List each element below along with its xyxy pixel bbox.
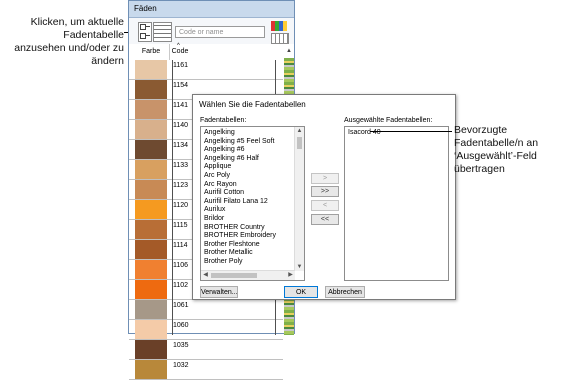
thread-row[interactable]: 1161 xyxy=(129,60,283,80)
thread-row[interactable]: 1035 xyxy=(129,340,283,360)
annotation-left-line: Fadentabelle xyxy=(63,29,124,41)
thread-color-swatch xyxy=(135,280,167,299)
thread-color-swatch xyxy=(135,340,167,359)
annotation-left-line: Klicken, um aktuelle xyxy=(30,16,124,28)
scroll-left-icon[interactable]: ◀ xyxy=(201,271,210,279)
ok-button[interactable]: OK xyxy=(284,286,318,298)
thread-code: 1154 xyxy=(173,82,189,89)
manage-button[interactable]: Verwalten... xyxy=(200,286,238,298)
available-chart-item[interactable]: Arc Poly xyxy=(204,172,230,179)
selected-charts-list[interactable]: Isacord 40 xyxy=(344,126,449,281)
dialog-title: Wählen Sie die Fadentabellen xyxy=(199,100,306,109)
threads-title: Fäden xyxy=(134,4,157,13)
thread-color-swatch xyxy=(135,320,167,339)
thread-code: 1161 xyxy=(173,62,189,69)
thread-code: 1141 xyxy=(173,102,189,109)
thread-code: 1032 xyxy=(173,362,189,369)
scroll-thumb[interactable] xyxy=(297,137,302,149)
scroll-up-icon[interactable]: ▲ xyxy=(295,127,304,135)
select-thread-charts-dialog: Wählen Sie die Fadentabellen Fadentabell… xyxy=(192,94,456,300)
thread-code: 1102 xyxy=(173,282,189,289)
annotation-left-line: ändern xyxy=(91,55,124,67)
available-charts-label: Fadentabellen: xyxy=(200,117,247,124)
available-chart-item[interactable]: Applique xyxy=(204,163,231,170)
available-chart-item[interactable]: BROTHER Country xyxy=(204,224,265,231)
thread-color-swatch xyxy=(135,360,167,379)
add-button[interactable]: > xyxy=(311,173,339,184)
available-chart-item[interactable]: Brother Poly xyxy=(204,258,243,265)
thread-code: 1106 xyxy=(173,262,189,269)
thread-color-swatch xyxy=(135,220,167,239)
thread-code: 1061 xyxy=(173,302,189,309)
thread-code: 1123 xyxy=(173,182,189,189)
annotation-right-line: Fadentabelle/n an xyxy=(454,137,539,149)
available-chart-item[interactable]: Angelking #5 Feel Soft xyxy=(204,138,274,145)
column-header-code[interactable]: Code xyxy=(170,44,190,60)
available-chart-item[interactable]: Brildor xyxy=(204,215,224,222)
column-header-swatch[interactable]: Farbe xyxy=(133,44,170,60)
thread-row[interactable]: 1060 xyxy=(129,320,283,340)
add-all-button[interactable]: >> xyxy=(311,186,339,197)
scroll-right-icon[interactable]: ▶ xyxy=(286,271,295,279)
thread-color-swatch xyxy=(135,260,167,279)
thread-color-swatch xyxy=(135,100,167,119)
available-chart-item[interactable]: Arc Rayon xyxy=(204,181,237,188)
available-chart-item[interactable]: Angelking xyxy=(204,129,235,136)
horizontal-scrollbar[interactable]: ◀ ▶ xyxy=(201,270,295,280)
thread-code: 1120 xyxy=(173,202,189,209)
annotation-left-line: anzusehen und/oder zu xyxy=(14,42,124,54)
thread-color-swatch xyxy=(135,300,167,319)
thread-color-swatch xyxy=(135,180,167,199)
grid-swatch-icon[interactable] xyxy=(271,33,289,44)
callout-line-right xyxy=(370,131,452,132)
thread-code: 1140 xyxy=(173,122,189,129)
annotation-right-line: Bevorzugte xyxy=(454,124,508,136)
cancel-button[interactable]: Abbrechen xyxy=(325,286,365,298)
thread-row[interactable]: 1032 xyxy=(129,360,283,380)
thread-code: 1060 xyxy=(173,322,189,329)
remove-all-button[interactable]: << xyxy=(311,214,339,225)
selected-charts-label: Ausgewählte Fadentabellen: xyxy=(344,117,433,124)
search-input[interactable]: Code or name xyxy=(175,26,265,38)
available-charts-list[interactable]: Angelking Angelking #5 Feel Soft Angelking… xyxy=(200,126,305,281)
scroll-up-icon[interactable]: ▲ xyxy=(284,46,294,56)
thread-color-swatch xyxy=(135,240,167,259)
thread-color-swatch xyxy=(135,60,167,79)
annotation-right-line: übertragen xyxy=(454,163,505,175)
vertical-scrollbar[interactable]: ▲ ▼ xyxy=(294,127,304,271)
thread-color-swatch xyxy=(135,160,167,179)
annotation-right: Bevorzugte Fadentabelle/n an ‘Ausgewählt… xyxy=(454,124,562,176)
threads-toolbar: Code or name xyxy=(129,18,294,44)
available-chart-item[interactable]: BROTHER Embroidery xyxy=(204,232,276,239)
sort-arrow-icon: ^ xyxy=(177,43,180,49)
column-divider xyxy=(172,60,173,335)
scroll-thumb[interactable] xyxy=(211,273,257,278)
thread-code: 1115 xyxy=(173,222,188,229)
annotation-left: Klicken, um aktuelle Fadentabelle anzuse… xyxy=(0,16,124,68)
available-chart-item[interactable]: Angelking #6 xyxy=(204,146,244,153)
available-chart-item[interactable]: Brother Fleshtone xyxy=(204,241,260,248)
available-chart-item[interactable]: Brother Metallic xyxy=(204,249,253,256)
scroll-down-icon[interactable]: ▼ xyxy=(295,263,304,271)
threads-title-bar: Fäden xyxy=(129,1,294,18)
thread-row[interactable]: 1061 xyxy=(129,300,283,320)
grid-view-icon[interactable] xyxy=(153,22,172,42)
available-chart-item[interactable]: Aurifil Cotton xyxy=(204,189,244,196)
thread-color-swatch xyxy=(135,200,167,219)
color-palette-icon[interactable] xyxy=(271,21,287,31)
available-chart-item[interactable]: Aurilux xyxy=(204,206,225,213)
thread-color-swatch xyxy=(135,80,167,99)
thread-color-swatch xyxy=(135,120,167,139)
thread-code: 1134 xyxy=(173,142,189,149)
available-chart-item[interactable]: Angelking #6 Half xyxy=(204,155,259,162)
thread-code: 1114 xyxy=(173,242,188,249)
thread-code: 1133 xyxy=(173,162,189,169)
annotation-right-line: ‘Ausgewählt’-Feld xyxy=(454,150,537,162)
thread-chart-icon[interactable] xyxy=(138,22,152,42)
thread-code: 1035 xyxy=(173,342,189,349)
thread-color-swatch xyxy=(135,140,167,159)
remove-button[interactable]: < xyxy=(311,200,339,211)
available-chart-item[interactable]: Aurifil Filato Lana 12 xyxy=(204,198,268,205)
